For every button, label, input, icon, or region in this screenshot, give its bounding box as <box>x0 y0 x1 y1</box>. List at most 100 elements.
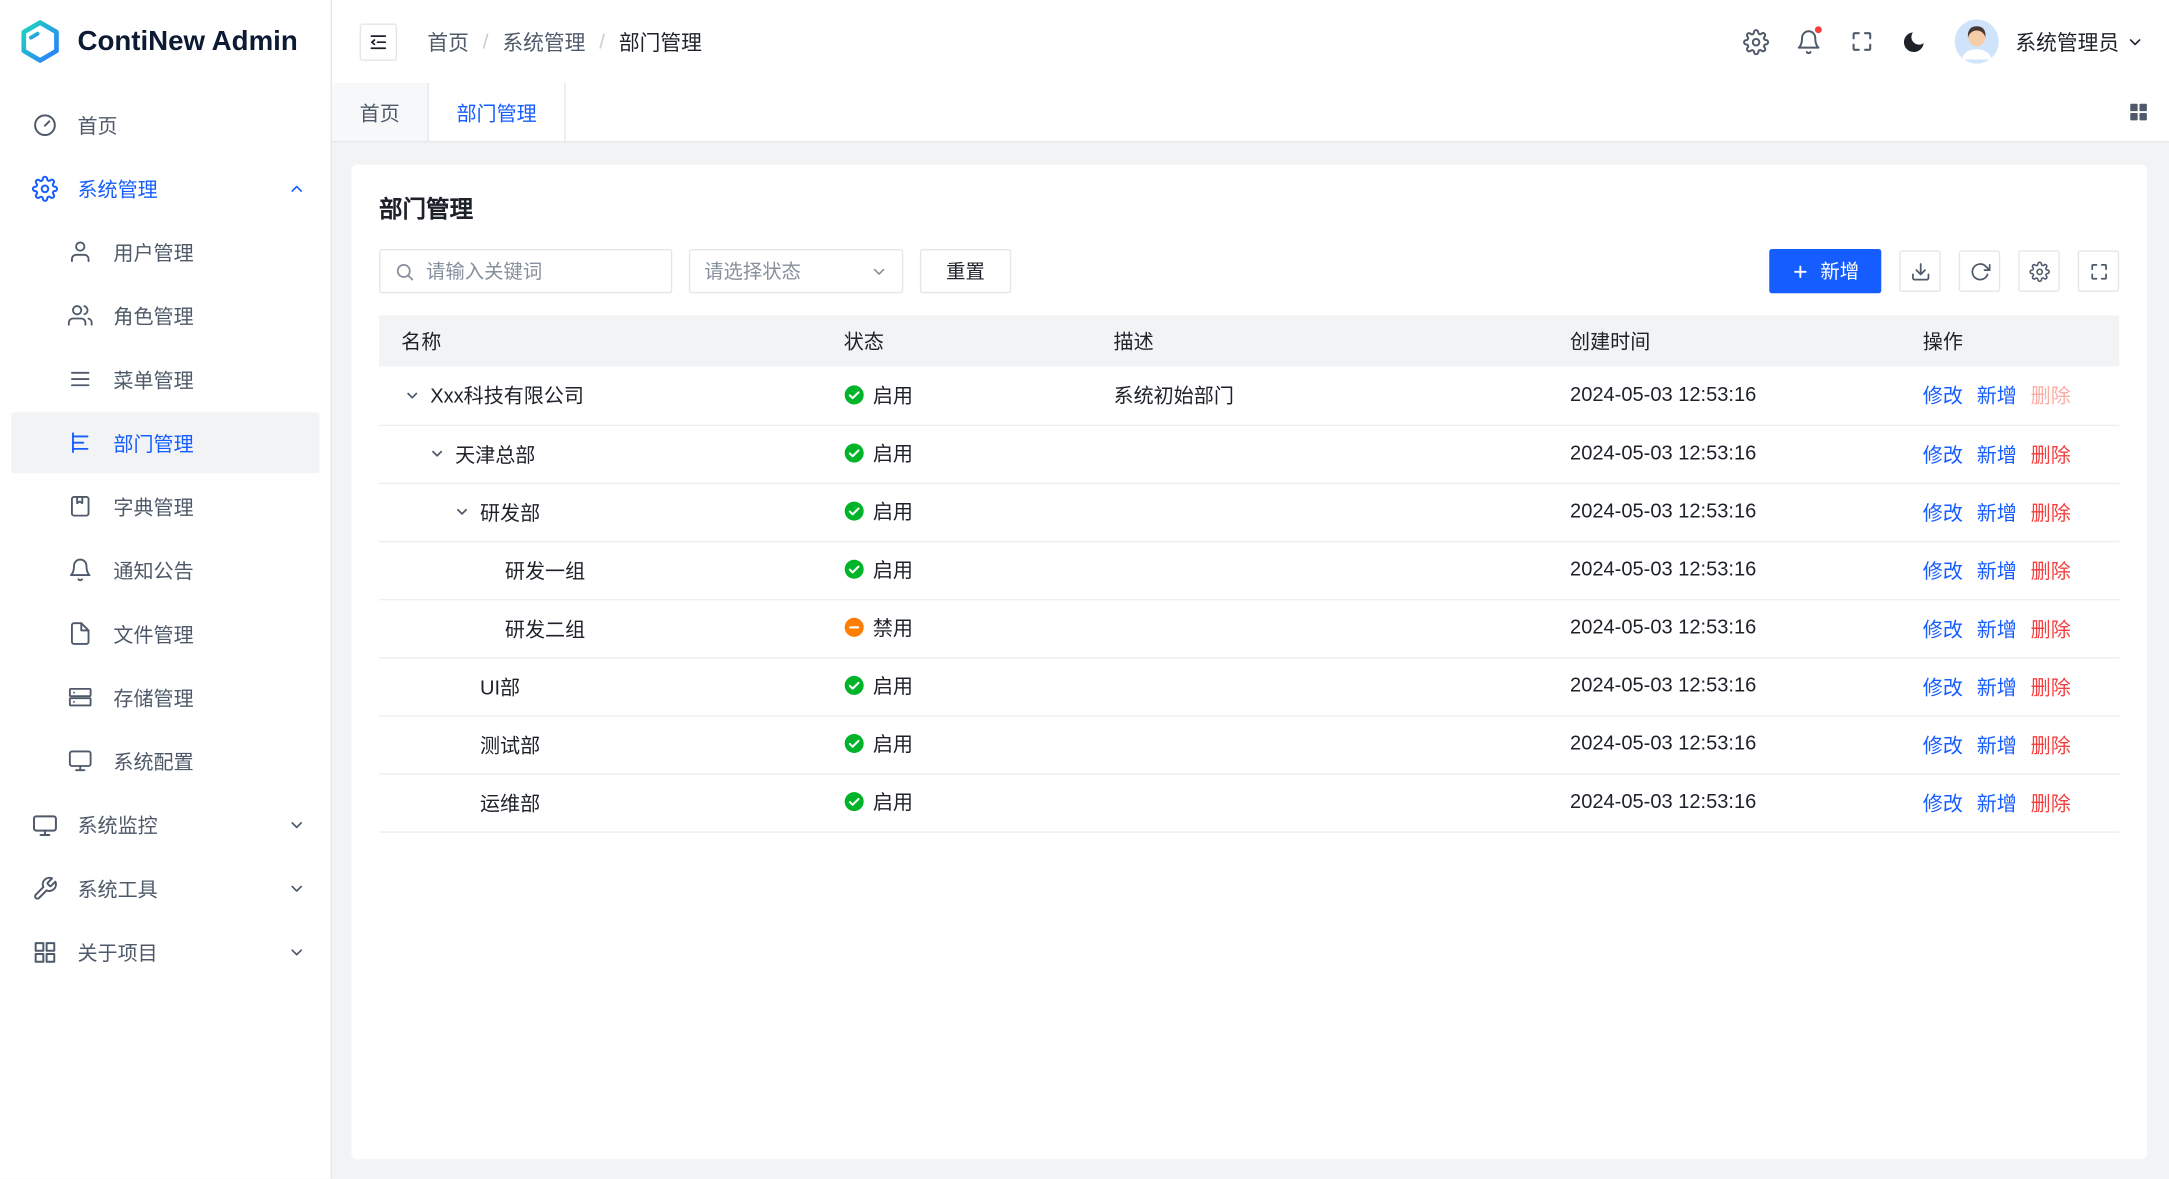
topbar-actions: 系统管理员 <box>1733 18 2144 65</box>
dept-table: 名称 状态 描述 创建时间 操作 Xxx科技有限公司 <box>379 315 2119 832</box>
sidebar-item-about[interactable]: 关于项目 <box>11 921 319 982</box>
refresh-icon[interactable] <box>1959 250 2000 291</box>
status-select[interactable]: 请选择状态 <box>689 249 903 293</box>
download-icon[interactable] <box>1899 250 1940 291</box>
avatar[interactable] <box>1955 19 1999 63</box>
minus-circle-icon <box>844 617 865 638</box>
edit-link[interactable]: 修改 <box>1923 555 1963 584</box>
edit-link[interactable]: 修改 <box>1923 730 1963 759</box>
status-badge: 禁用 <box>844 613 913 642</box>
dept-name: 天津总部 <box>455 439 535 468</box>
gear-icon[interactable] <box>1733 18 1780 65</box>
user-menu[interactable]: 系统管理员 <box>2015 27 2144 56</box>
edit-link[interactable]: 修改 <box>1923 672 1963 701</box>
menu-list-icon <box>66 365 94 393</box>
status-badge: 启用 <box>844 671 913 700</box>
content-area: 部门管理 请选择状态 重置 <box>332 142 2169 1178</box>
tab-dept-mgmt[interactable]: 部门管理 <box>429 83 566 141</box>
reset-button[interactable]: 重置 <box>920 249 1011 293</box>
dept-name: 测试部 <box>480 730 540 759</box>
delete-link[interactable]: 删除 <box>2031 613 2071 642</box>
expand-chevron-icon[interactable] <box>401 384 423 406</box>
add-link[interactable]: 新增 <box>1977 788 2017 817</box>
delete-link[interactable]: 删除 <box>2031 381 2071 410</box>
breadcrumb: 首页 / 系统管理 / 部门管理 <box>427 27 701 56</box>
app-logo[interactable]: ContiNew Admin <box>0 0 331 83</box>
chevron-down-icon <box>288 943 306 961</box>
add-link[interactable]: 新增 <box>1977 613 2017 642</box>
sidebar-item-home[interactable]: 首页 <box>11 94 319 155</box>
col-header-status: 状态 <box>822 315 1092 366</box>
sidebar-item-role-mgmt[interactable]: 菜单管理 角色管理 <box>11 285 319 346</box>
chevron-up-icon <box>288 179 306 197</box>
dept-name: Xxx科技有限公司 <box>430 381 584 410</box>
sidebar-item-storage-mgmt[interactable]: 存储管理 <box>11 667 319 728</box>
dept-desc: 系统初始部门 <box>1114 386 1234 408</box>
col-header-desc: 描述 <box>1091 315 1547 366</box>
sidebar-item-sys-tools[interactable]: 系统工具 <box>11 858 319 919</box>
add-link[interactable]: 新增 <box>1977 497 2017 526</box>
breadcrumb-current: 部门管理 <box>619 27 702 56</box>
chevron-down-icon <box>2126 33 2144 51</box>
delete-link[interactable]: 删除 <box>2031 672 2071 701</box>
sidebar-item-menu-mgmt[interactable]: 菜单管理 <box>11 349 319 410</box>
dept-name: 运维部 <box>480 788 540 817</box>
add-link[interactable]: 新增 <box>1977 439 2017 468</box>
dept-name: 研发一组 <box>505 555 585 584</box>
settings-icon[interactable] <box>2018 250 2059 291</box>
breadcrumb-home[interactable]: 首页 <box>427 27 469 56</box>
grid-icon[interactable] <box>2128 83 2150 141</box>
file-icon <box>66 620 94 648</box>
topbar: 首页 / 系统管理 / 部门管理 <box>332 0 2169 83</box>
settings-icon <box>30 174 58 202</box>
sidebar: ContiNew Admin 首页 系统管理 <box>0 0 332 1179</box>
breadcrumb-system[interactable]: 系统管理 <box>502 27 585 56</box>
edit-link[interactable]: 修改 <box>1923 381 1963 410</box>
moon-icon[interactable] <box>1891 18 1938 65</box>
fullscreen-icon[interactable] <box>1838 18 1885 65</box>
user-icon <box>66 238 94 266</box>
chevron-down-icon <box>288 879 306 897</box>
menu-fold-icon[interactable] <box>360 23 397 60</box>
edit-link[interactable]: 修改 <box>1923 439 1963 468</box>
created-time: 2024-05-03 12:53:16 <box>1570 791 1756 813</box>
sidebar-item-dept-mgmt[interactable]: 部门管理 <box>11 412 319 473</box>
sidebar-item-sys-config[interactable]: 系统配置 <box>11 730 319 791</box>
sidebar-item-sys-monitor[interactable]: 系统监控 <box>11 794 319 855</box>
search-icon <box>394 261 415 282</box>
add-button[interactable]: 新增 <box>1769 249 1881 293</box>
delete-link[interactable]: 删除 <box>2031 730 2071 759</box>
dashboard-icon <box>30 111 58 139</box>
delete-link[interactable]: 删除 <box>2031 497 2071 526</box>
sidebar-item-dict-mgmt[interactable]: 字典管理 <box>11 476 319 537</box>
expand-chevron-icon[interactable] <box>451 501 473 523</box>
sidebar-item-file-mgmt[interactable]: 文件管理 <box>11 603 319 664</box>
app-root: ContiNew Admin 首页 系统管理 <box>0 0 2169 1179</box>
created-time: 2024-05-03 12:53:16 <box>1570 675 1756 697</box>
tab-home[interactable]: 首页 <box>332 83 429 141</box>
add-link[interactable]: 新增 <box>1977 730 2017 759</box>
add-link[interactable]: 新增 <box>1977 672 2017 701</box>
created-time: 2024-05-03 12:53:16 <box>1570 501 1756 523</box>
delete-link[interactable]: 删除 <box>2031 439 2071 468</box>
sidebar-item-system[interactable]: 系统管理 <box>11 158 319 219</box>
search-input[interactable] <box>426 260 657 282</box>
bell-icon[interactable] <box>1786 18 1833 65</box>
delete-link[interactable]: 删除 <box>2031 555 2071 584</box>
add-link[interactable]: 新增 <box>1977 381 2017 410</box>
wrench-icon <box>30 874 58 902</box>
edit-link[interactable]: 修改 <box>1923 613 1963 642</box>
expand-icon[interactable] <box>2078 250 2119 291</box>
sidebar-item-user-mgmt[interactable]: 用户管理 <box>11 221 319 282</box>
created-time: 2024-05-03 12:53:16 <box>1570 559 1756 581</box>
add-link[interactable]: 新增 <box>1977 555 2017 584</box>
table-row: Xxx科技有限公司 启用 系统初始部门 2024-05-03 12:53:16 … <box>379 367 2119 425</box>
check-circle-icon <box>844 791 865 812</box>
delete-link[interactable]: 删除 <box>2031 788 2071 817</box>
expand-chevron-icon[interactable] <box>426 443 448 465</box>
dept-name: UI部 <box>480 672 520 701</box>
edit-link[interactable]: 修改 <box>1923 788 1963 817</box>
sidebar-item-notice[interactable]: 通知公告 <box>11 539 319 600</box>
edit-link[interactable]: 修改 <box>1923 497 1963 526</box>
status-badge: 启用 <box>844 439 913 468</box>
